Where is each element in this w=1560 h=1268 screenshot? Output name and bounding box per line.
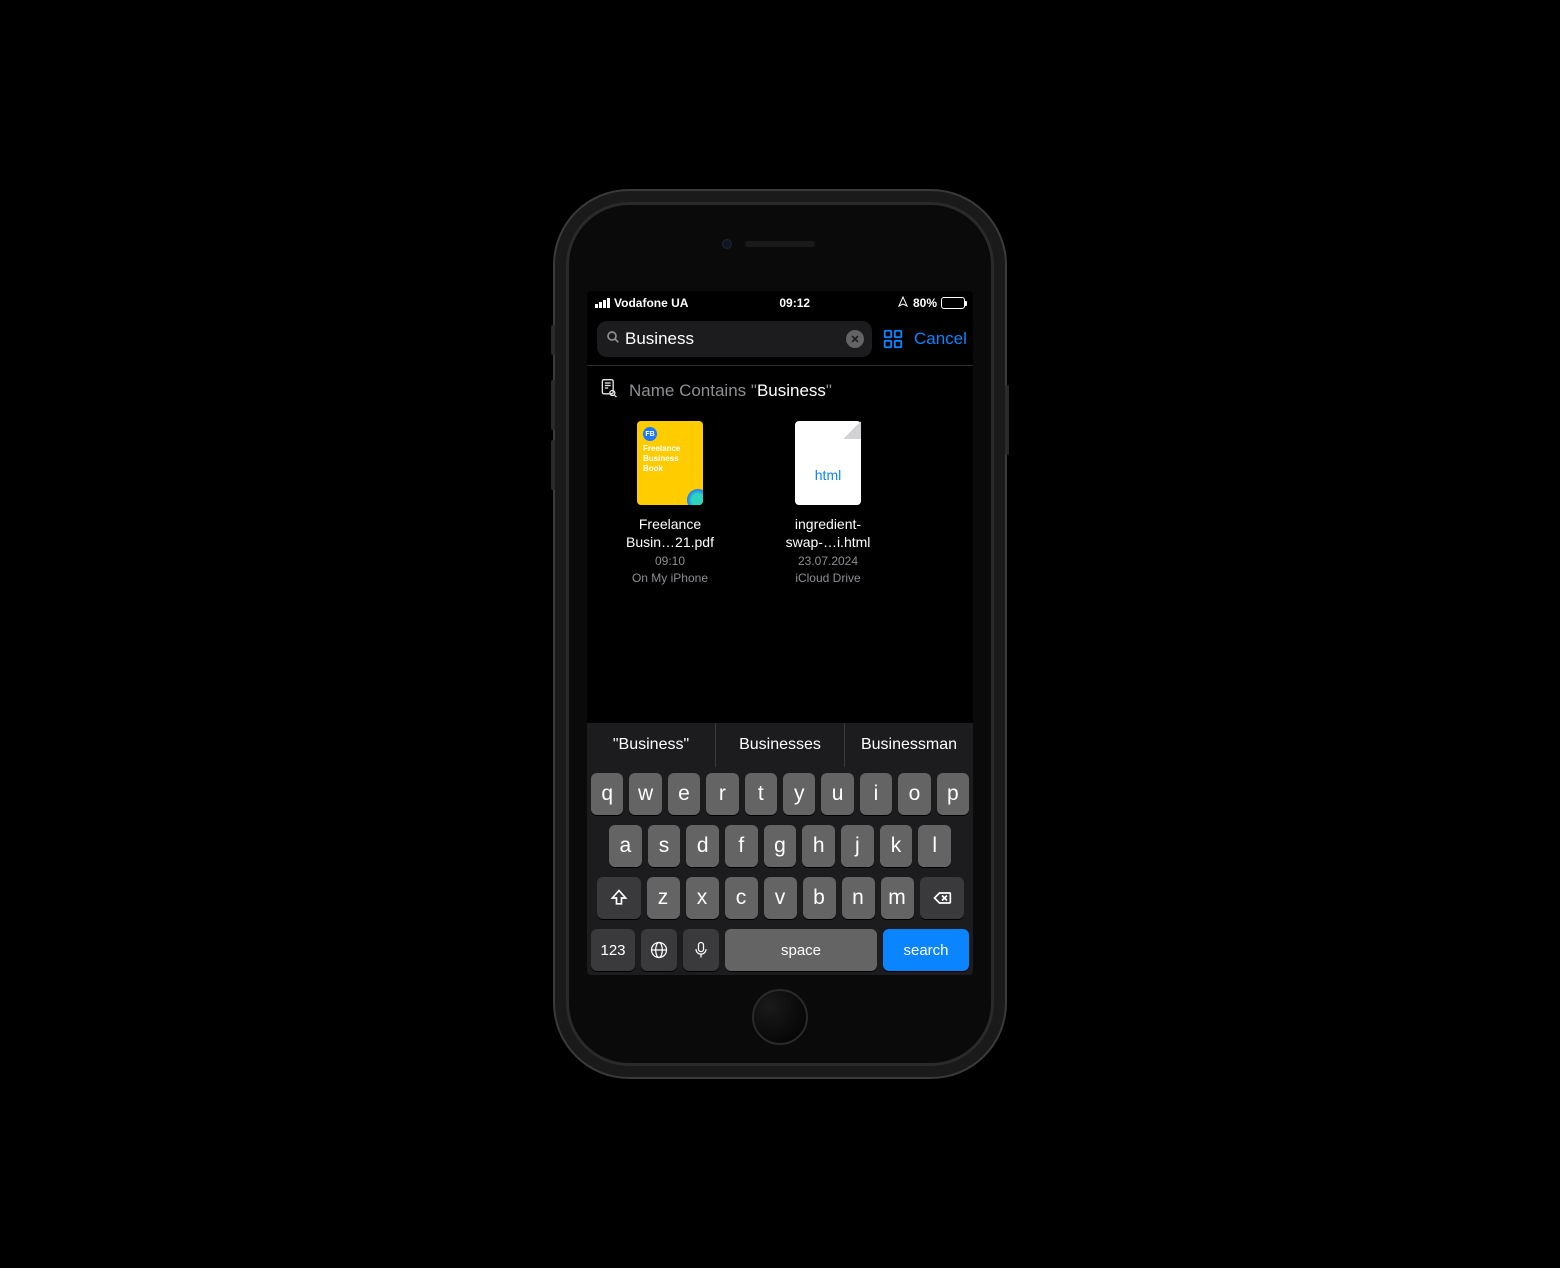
- speaker-grille: [745, 241, 815, 247]
- file-item-html[interactable]: html ingredient-swap-…i.html 23.07.2024 …: [763, 421, 893, 585]
- suggestion-3[interactable]: Businessman: [845, 723, 973, 767]
- phone-frame: Vodafone UA 09:12 80%: [569, 205, 991, 1063]
- search-key[interactable]: search: [883, 929, 969, 971]
- search-scope-row[interactable]: Name Contains "Business": [587, 366, 973, 411]
- file-ext-label: html: [795, 467, 861, 483]
- home-button[interactable]: [752, 989, 808, 1045]
- scope-label: Name Contains "Business": [629, 381, 832, 401]
- key-q[interactable]: q: [591, 773, 623, 815]
- volume-down-button: [551, 440, 555, 490]
- signal-icon: [595, 298, 610, 308]
- suggestion-1[interactable]: "Business": [587, 723, 716, 767]
- key-j[interactable]: j: [841, 825, 874, 867]
- key-f[interactable]: f: [725, 825, 758, 867]
- key-p[interactable]: p: [937, 773, 969, 815]
- content-spacer: [587, 595, 973, 723]
- carrier-label: Vodafone UA: [614, 296, 688, 310]
- files-grid: FB Freelance Business Book FreelanceBusi…: [587, 411, 973, 595]
- status-bar: Vodafone UA 09:12 80%: [587, 291, 973, 315]
- search-icon: [605, 329, 621, 350]
- key-i[interactable]: i: [860, 773, 892, 815]
- battery-percent: 80%: [913, 296, 937, 310]
- search-row: Cancel: [587, 315, 973, 365]
- power-button: [1005, 385, 1009, 455]
- key-w[interactable]: w: [629, 773, 661, 815]
- file-time: 09:10: [655, 554, 685, 568]
- file-item-pdf[interactable]: FB Freelance Business Book FreelanceBusi…: [605, 421, 735, 585]
- cover-badge: FB: [643, 427, 657, 441]
- view-grid-button[interactable]: [882, 328, 904, 350]
- key-b[interactable]: b: [803, 877, 836, 919]
- mute-switch: [551, 325, 555, 355]
- screen: Vodafone UA 09:12 80%: [587, 291, 973, 975]
- shift-key[interactable]: [597, 877, 641, 919]
- key-y[interactable]: y: [783, 773, 815, 815]
- key-t[interactable]: t: [745, 773, 777, 815]
- dictation-key[interactable]: [683, 929, 719, 971]
- file-time: 23.07.2024: [798, 554, 858, 568]
- search-input[interactable]: [625, 329, 846, 349]
- backspace-key[interactable]: [920, 877, 964, 919]
- space-key[interactable]: space: [725, 929, 877, 971]
- key-g[interactable]: g: [764, 825, 797, 867]
- clear-search-button[interactable]: [846, 330, 864, 348]
- key-d[interactable]: d: [686, 825, 719, 867]
- search-field[interactable]: [597, 321, 872, 357]
- key-n[interactable]: n: [842, 877, 875, 919]
- front-camera: [722, 239, 732, 249]
- key-a[interactable]: a: [609, 825, 642, 867]
- key-s[interactable]: s: [648, 825, 681, 867]
- key-v[interactable]: v: [764, 877, 797, 919]
- key-k[interactable]: k: [880, 825, 913, 867]
- cancel-button[interactable]: Cancel: [914, 329, 967, 349]
- file-thumbnail: html: [795, 421, 861, 505]
- file-thumbnail: FB Freelance Business Book: [637, 421, 703, 505]
- key-o[interactable]: o: [898, 773, 930, 815]
- doc-search-icon: [599, 378, 619, 403]
- key-h[interactable]: h: [802, 825, 835, 867]
- key-l[interactable]: l: [918, 825, 951, 867]
- cover-accent: [687, 489, 703, 505]
- file-location: iCloud Drive: [795, 571, 860, 585]
- key-c[interactable]: c: [725, 877, 758, 919]
- file-location: On My iPhone: [632, 571, 708, 585]
- file-name: FreelanceBusin…21.pdf: [626, 515, 714, 551]
- key-r[interactable]: r: [706, 773, 738, 815]
- suggestion-2[interactable]: Businesses: [716, 723, 845, 767]
- numbers-key[interactable]: 123: [591, 929, 635, 971]
- battery-icon: [941, 297, 965, 309]
- clock: 09:12: [779, 296, 810, 310]
- key-m[interactable]: m: [881, 877, 914, 919]
- keyboard: qwertyuiop asdfghjkl zxcvbnm 123: [587, 767, 973, 975]
- volume-up-button: [551, 380, 555, 430]
- location-icon: [897, 296, 909, 311]
- predictive-row: "Business" Businesses Businessman: [587, 723, 973, 767]
- cover-title: Freelance Business Book: [643, 444, 680, 474]
- key-z[interactable]: z: [647, 877, 680, 919]
- file-name: ingredient-swap-…i.html: [786, 515, 871, 551]
- key-e[interactable]: e: [668, 773, 700, 815]
- key-u[interactable]: u: [821, 773, 853, 815]
- key-x[interactable]: x: [686, 877, 719, 919]
- globe-key[interactable]: [641, 929, 677, 971]
